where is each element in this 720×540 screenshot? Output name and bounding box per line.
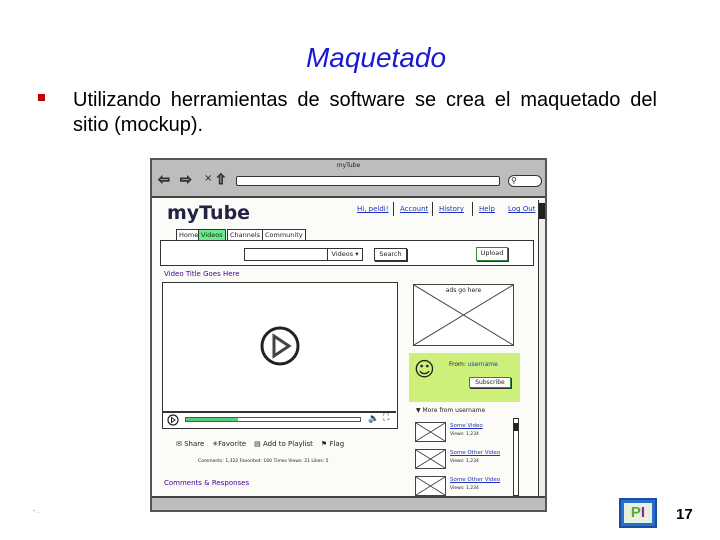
status-bar — [152, 496, 545, 510]
progress-bar[interactable] — [185, 417, 361, 422]
more-from-toggle[interactable]: ▼ More from username — [416, 407, 485, 414]
search-input[interactable] — [244, 248, 328, 261]
user-link[interactable]: Hi, peldi! — [357, 205, 389, 213]
browser-search-icon[interactable]: ⚲ — [508, 175, 542, 187]
page-number: 17 — [676, 506, 693, 523]
history-link[interactable]: History — [439, 205, 464, 213]
stop-icon[interactable]: × — [204, 173, 212, 184]
favorite-label: Favorite — [218, 440, 247, 448]
forward-icon[interactable]: ⇨ — [180, 172, 193, 189]
playlist-button[interactable]: ▤ Add to Playlist — [254, 440, 313, 448]
bullet-text: Utilizando herramientas de software se c… — [73, 89, 657, 136]
account-link[interactable]: Account — [400, 205, 428, 213]
related-views: Views: 1,234 — [450, 432, 479, 437]
address-bar[interactable] — [236, 176, 500, 186]
slide-title: Maquetado — [305, 42, 447, 73]
ads-placeholder: ads go here — [413, 284, 514, 346]
window-title: myTube — [336, 162, 361, 169]
more-from-label: More from username — [422, 407, 486, 414]
related-title[interactable]: Some Other Video — [450, 477, 500, 483]
scrollbar[interactable] — [538, 200, 545, 496]
search-scope-select[interactable]: Videos ▾ — [327, 248, 363, 261]
video-stats: Comments: 1,322 Favorited: 160 Times Vie… — [198, 459, 329, 464]
mockup-image: myTube ⇦ ⇨ × ⇧ ⚲ myTube Hi, peldi! Accou… — [150, 158, 547, 512]
help-link[interactable]: Help — [479, 205, 495, 213]
related-video[interactable]: Some Video Views: 1,234 — [415, 422, 511, 446]
search-button[interactable]: Search — [374, 248, 407, 261]
related-views: Views: 1,234 — [450, 486, 479, 491]
play-icon[interactable] — [259, 325, 301, 367]
logo: myTube — [167, 202, 251, 224]
related-scrollbar[interactable] — [513, 418, 519, 496]
related-views: Views: 1,234 — [450, 459, 479, 464]
scope-value: Videos — [331, 250, 354, 258]
related-title[interactable]: Some Other Video — [450, 450, 500, 456]
related-title[interactable]: Some Video — [450, 423, 483, 429]
volume-icon[interactable]: 🔈 — [368, 414, 379, 424]
upload-button[interactable]: Upload — [476, 247, 508, 261]
username-link[interactable]: username — [468, 361, 498, 368]
home-icon[interactable]: ⇧ — [215, 172, 228, 189]
from-label: From: — [449, 361, 466, 368]
playlist-label: Add to Playlist — [263, 440, 313, 448]
logout-link[interactable]: Log Out — [508, 205, 535, 213]
back-icon[interactable]: ⇦ — [158, 172, 171, 189]
video-title: Video Title Goes Here — [164, 270, 240, 278]
user-panel: ☺ From: username Subscribe — [409, 353, 520, 402]
flag-button[interactable]: ⚑ Flag — [321, 440, 344, 448]
ads-label: ads go here — [445, 287, 482, 294]
bullet-icon — [38, 94, 45, 101]
footer-text: - . — [33, 508, 40, 515]
related-video[interactable]: Some Other Video Views: 1,234 — [415, 449, 511, 473]
thumbnail — [415, 422, 446, 442]
share-button[interactable]: ✉ Share — [176, 440, 204, 448]
subscribe-button[interactable]: Subscribe — [469, 377, 511, 388]
fullscreen-icon[interactable]: ⛶ — [383, 413, 389, 423]
browser-chrome: myTube ⇦ ⇨ × ⇧ ⚲ — [152, 160, 545, 198]
avatar-icon: ☺ — [414, 357, 435, 381]
thumbnail — [415, 449, 446, 469]
comments-heading: Comments & Responses — [164, 479, 250, 487]
play-small-icon[interactable] — [167, 414, 179, 426]
thumbnail — [415, 476, 446, 496]
share-label: Share — [184, 440, 205, 448]
video-player[interactable]: 🔈 ⛶ — [162, 282, 398, 429]
logo-icon: PI — [619, 498, 657, 528]
flag-label: Flag — [329, 440, 345, 448]
favorite-button[interactable]: ✳Favorite — [212, 440, 246, 448]
